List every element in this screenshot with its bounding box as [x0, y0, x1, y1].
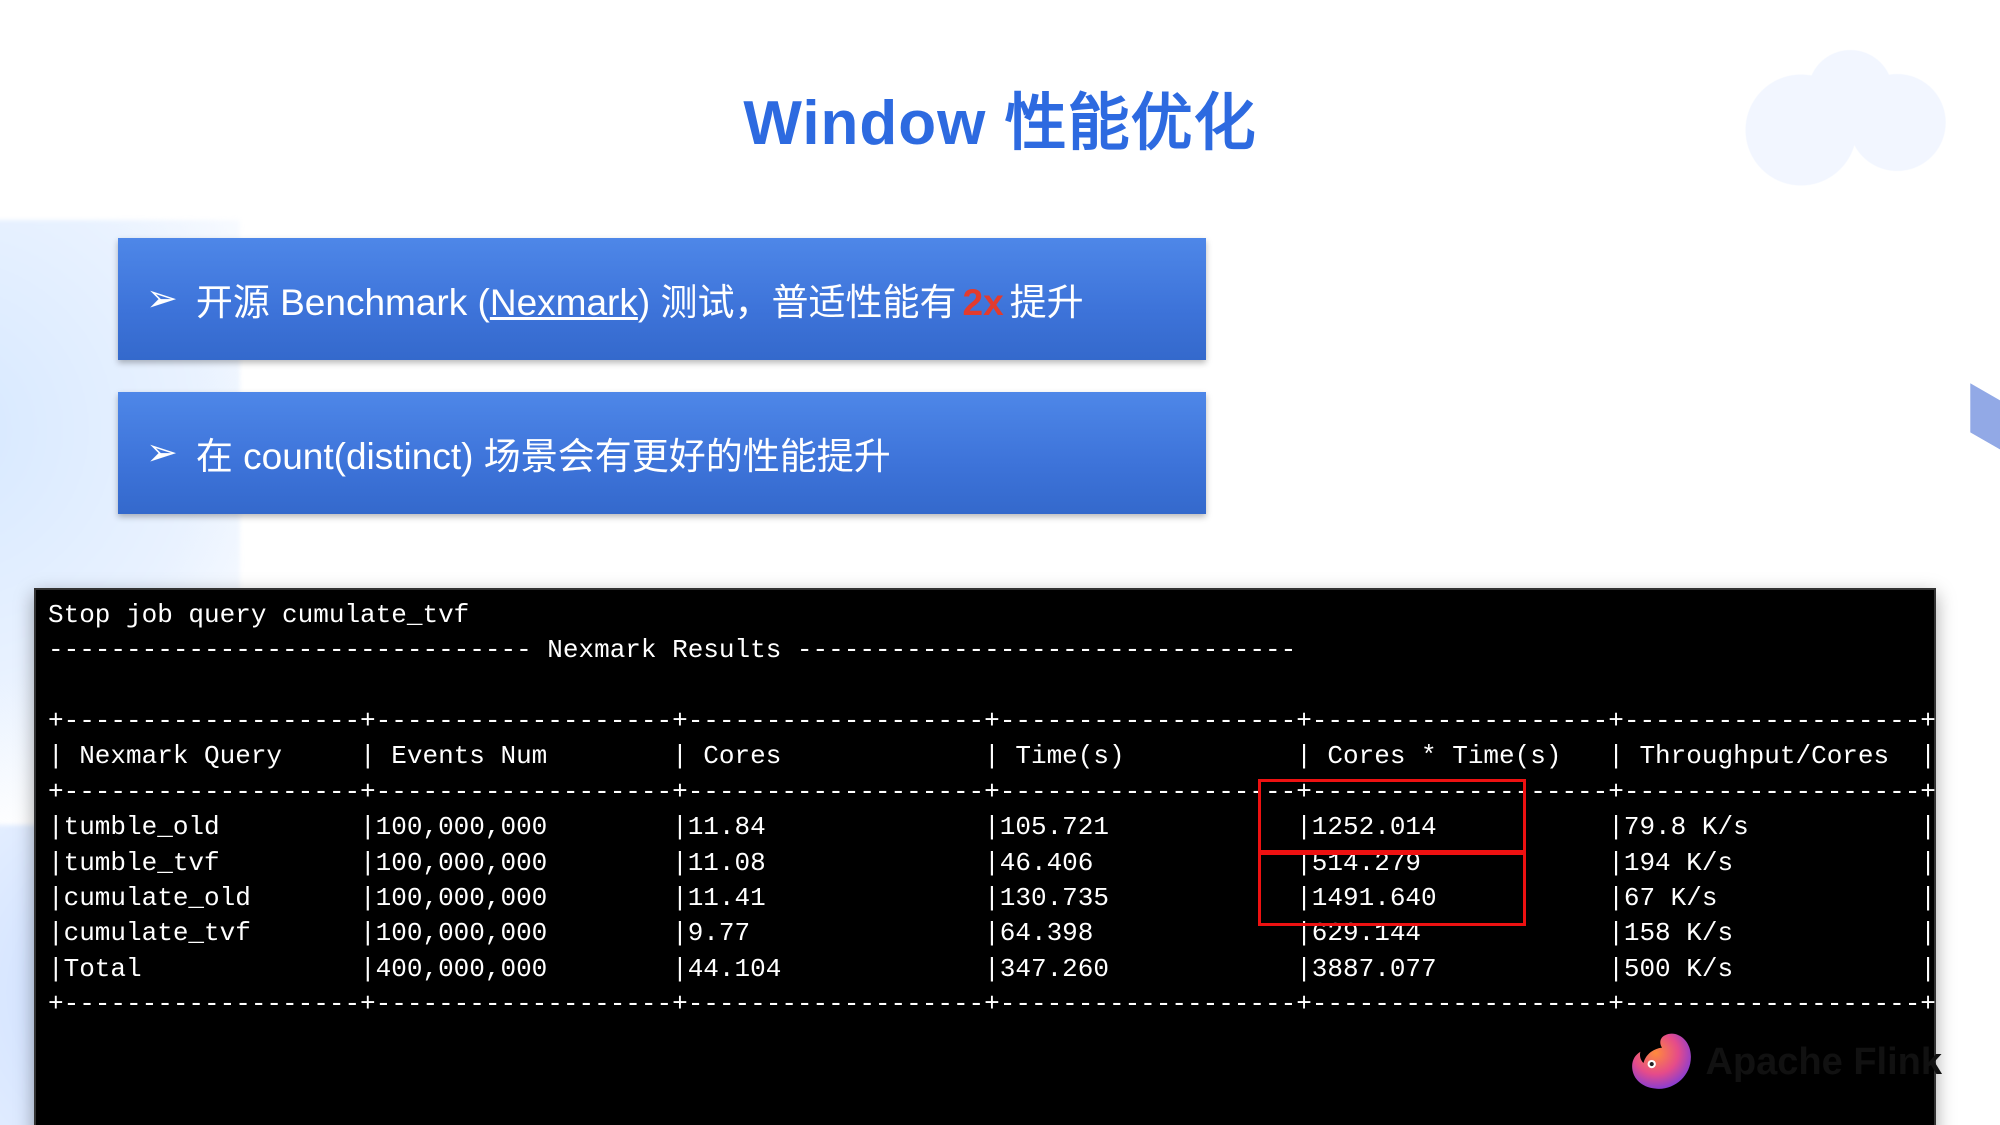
table-row: |tumble_old |100,000,000 |11.84 |105.721… [48, 812, 1936, 842]
bullet-2-text: 在 count(distinct) 场景会有更好的性能提升 [196, 426, 891, 480]
bullet-1-suffix: 提升 [1010, 282, 1084, 323]
bullet-benchmark: ➢ 开源 Benchmark (Nexmark) 测试，普适性能有2x提升 [118, 238, 1206, 360]
footer-brand: Apache Flink [1628, 1029, 1943, 1095]
table-row: |Total |400,000,000 |44.104 |347.260 |38… [48, 954, 1936, 984]
bullet-1-text: 开源 Benchmark (Nexmark) 测试，普适性能有2x提升 [196, 272, 1084, 326]
terminal-stop-line: Stop job query cumulate_tvf [48, 600, 469, 630]
bullet-count-distinct: ➢ 在 count(distinct) 场景会有更好的性能提升 [118, 392, 1206, 514]
bullet-1-prefix: 开源 Benchmark ( [196, 282, 490, 323]
highlight-box-cumulate [1258, 852, 1526, 926]
nexmark-link[interactable]: Nexmark [490, 282, 638, 323]
terminal-sep: +-------------------+-------------------… [48, 989, 1936, 1019]
bullet-1-mid: ) 测试，普适性能有 [638, 282, 957, 323]
flink-logo-icon [1628, 1029, 1694, 1095]
terminal-sep: +-------------------+-------------------… [48, 706, 1936, 736]
table-row: |cumulate_tvf |100,000,000 |9.77 |64.398… [48, 918, 1936, 948]
bullet-1-highlight: 2x [963, 282, 1004, 323]
slide-title: Window 性能优化 [0, 72, 2000, 162]
table-row: |tumble_tvf |100,000,000 |11.08 |46.406 … [48, 848, 1936, 878]
chevron-right-icon: ➢ [146, 434, 178, 472]
table-row: |cumulate_old |100,000,000 |11.41 |130.7… [48, 883, 1936, 913]
terminal-sep: +-------------------+-------------------… [48, 777, 1936, 807]
chevron-right-icon: ➢ [146, 280, 178, 318]
terminal-banner: ------------------------------- Nexmark … [48, 635, 1296, 665]
footer-brand-label: Apache Flink [1706, 1041, 1943, 1084]
terminal-header: | Nexmark Query | Events Num | Cores | T… [48, 741, 1936, 771]
highlight-box-tumble [1258, 779, 1526, 853]
